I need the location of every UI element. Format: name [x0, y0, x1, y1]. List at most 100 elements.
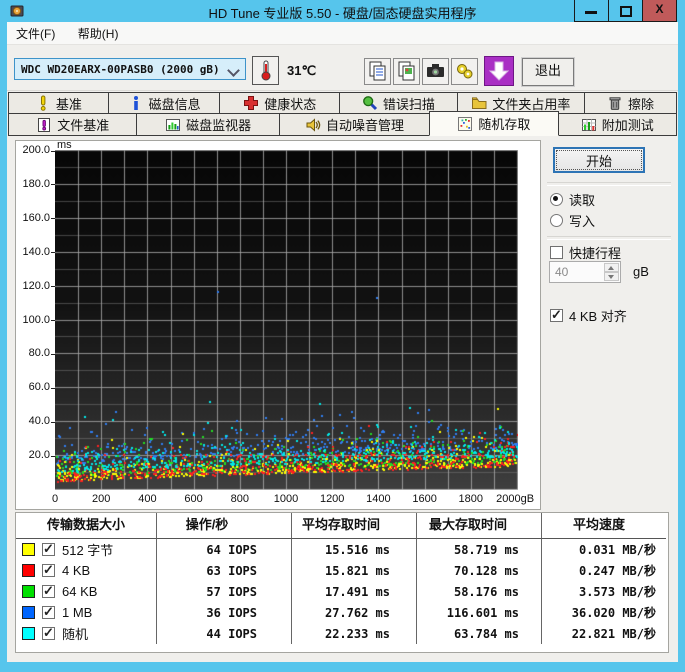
menu-help[interactable]: 帮助(H)	[69, 22, 128, 42]
series-visible-checkbox[interactable]	[42, 541, 55, 557]
tab-erase[interactable]: 擦除	[584, 92, 677, 114]
tab-label: 磁盘监视器	[186, 118, 252, 133]
series-visible-checkbox[interactable]	[42, 604, 55, 620]
folder-icon	[471, 95, 487, 111]
capacity-input[interactable]: 40	[549, 261, 621, 283]
screenshot-button[interactable]	[422, 58, 449, 85]
max-cell: 63.784 ms	[416, 623, 541, 644]
start-button[interactable]: 开始	[553, 147, 645, 173]
checkbox-checked-icon	[550, 307, 563, 323]
tab-extratests[interactable]: 附加测试	[557, 113, 677, 136]
extratests-icon	[581, 117, 597, 133]
menubar: 文件(F) 帮助(H)	[7, 22, 678, 45]
series-cell: 随机	[16, 623, 156, 644]
tab-aam[interactable]: 自动噪音管理	[278, 113, 431, 136]
series-label: 512 字节	[62, 543, 114, 558]
read-radio[interactable]: 读取	[550, 190, 595, 209]
tab-benchmark[interactable]: 基准	[8, 92, 109, 114]
column-header: 平均存取时间	[291, 513, 416, 539]
table-header-row: 传输数据大小 操作/秒 平均存取时间 最大存取时间 平均速度	[16, 513, 668, 539]
minimize-button[interactable]	[574, 0, 609, 22]
tab-health[interactable]: 健康状态	[219, 92, 341, 114]
y-tick-label: 40.0	[16, 415, 55, 427]
tab-diskinfo[interactable]: 磁盘信息	[107, 92, 221, 114]
speed-cell: 3.573 MB/秒	[541, 581, 666, 602]
exit-button[interactable]: 退出	[521, 57, 575, 87]
series-color-swatch	[22, 585, 35, 598]
save-results-button[interactable]	[484, 56, 514, 86]
temperature-value: 31℃	[287, 63, 317, 78]
tab-label: 随机存取	[478, 117, 531, 132]
copy-report-button[interactable]	[364, 58, 391, 85]
tab-label: 文件夹占用率	[492, 96, 571, 112]
series-cell: 4 KB	[16, 560, 156, 581]
column-header: 传输数据大小	[16, 513, 156, 539]
y-tick-label: 200.0	[16, 144, 55, 156]
maximize-button[interactable]	[608, 0, 643, 22]
close-button[interactable]: X	[642, 0, 677, 22]
temperature-button[interactable]	[252, 56, 279, 85]
minimize-icon	[585, 11, 597, 14]
toolbar: WDC WD20EARX-00PASB0 (2000 gB) 31℃ 退出	[7, 45, 678, 91]
series-color-swatch	[22, 606, 35, 619]
max-cell: 58.719 ms	[416, 539, 541, 560]
settings-button[interactable]	[451, 58, 478, 85]
randomaccess-icon	[457, 116, 473, 132]
tab-label: 自动噪音管理	[325, 118, 404, 133]
iops-cell: 57 IOPS	[156, 581, 291, 602]
settings-gears-icon	[457, 64, 473, 79]
spin-up-button[interactable]	[604, 263, 619, 272]
x-tick-label: 1000	[273, 493, 299, 505]
hdtune-window: HD Tune 专业版 5.50 - 硬盘/固态硬盘实用程序 X 文件(F) 帮…	[0, 0, 685, 672]
spin-down-button[interactable]	[604, 272, 619, 281]
tab-randomaccess[interactable]: 随机存取	[429, 111, 559, 136]
tab-diskmon[interactable]: 磁盘监视器	[136, 113, 280, 136]
tab-label: 文件基准	[57, 118, 110, 133]
drive-select[interactable]: WDC WD20EARX-00PASB0 (2000 gB)	[14, 58, 246, 80]
series-label: 64 KB	[62, 584, 98, 599]
series-color-swatch	[22, 564, 35, 577]
short-stroke-checkbox[interactable]: 快捷行程	[550, 243, 621, 262]
capacity-unit-label: gB	[633, 264, 649, 279]
avg-cell: 17.491 ms	[291, 581, 416, 602]
y-tick-label: 180.0	[16, 178, 55, 190]
speed-cell: 0.247 MB/秒	[541, 560, 666, 581]
close-icon: X	[655, 2, 664, 16]
series-visible-checkbox[interactable]	[42, 562, 55, 578]
x-tick-label: 0	[51, 493, 59, 505]
chevron-down-icon	[227, 64, 240, 77]
x-tick-label: 200	[92, 493, 111, 505]
short-stroke-label: 快捷行程	[569, 246, 622, 261]
diskmon-icon	[165, 117, 181, 133]
series-visible-checkbox[interactable]	[42, 583, 55, 599]
series-visible-checkbox[interactable]	[42, 625, 55, 641]
y-tick-label: 140.0	[16, 246, 55, 258]
read-label: 读取	[569, 193, 596, 208]
radio-selected-icon	[550, 193, 563, 206]
random-access-scatter-chart	[55, 150, 518, 490]
y-tick-label: 120.0	[16, 280, 55, 292]
iops-cell: 64 IOPS	[156, 539, 291, 560]
tab-label: 健康状态	[264, 96, 317, 112]
focus-ring	[556, 150, 642, 170]
menu-file[interactable]: 文件(F)	[7, 22, 64, 42]
speed-cell: 0.031 MB/秒	[541, 539, 666, 560]
x-tick-label: 1800	[458, 493, 484, 505]
align-4kb-checkbox[interactable]: 4 KB 对齐	[550, 306, 627, 325]
table-body: 512 字节 64 IOPS15.516 ms58.719 ms0.031 MB/…	[16, 539, 668, 644]
tab-label: 错误扫描	[382, 96, 435, 112]
tab-filebench[interactable]: 文件基准	[8, 113, 138, 136]
speed-cell: 36.020 MB/秒	[541, 602, 666, 623]
results-table: 传输数据大小操作/秒平均存取时间最大存取时间平均速度 512 字节 64 IOPS…	[15, 512, 669, 653]
series-cell: 512 字节	[16, 539, 156, 560]
aam-icon	[305, 117, 321, 133]
x-tick-label: 800	[230, 493, 249, 505]
y-tick-label: 100.0	[16, 314, 55, 326]
y-tick-label: 160.0	[16, 212, 55, 224]
filebench-icon	[36, 117, 52, 133]
copy-image-button[interactable]	[393, 58, 420, 85]
tab-row-2: 文件基准 磁盘监视器 自动噪音管理 随机存取 附加测试	[8, 111, 677, 136]
write-radio[interactable]: 写入	[550, 211, 595, 230]
copy-report-icon	[369, 61, 386, 81]
separator	[547, 236, 671, 240]
